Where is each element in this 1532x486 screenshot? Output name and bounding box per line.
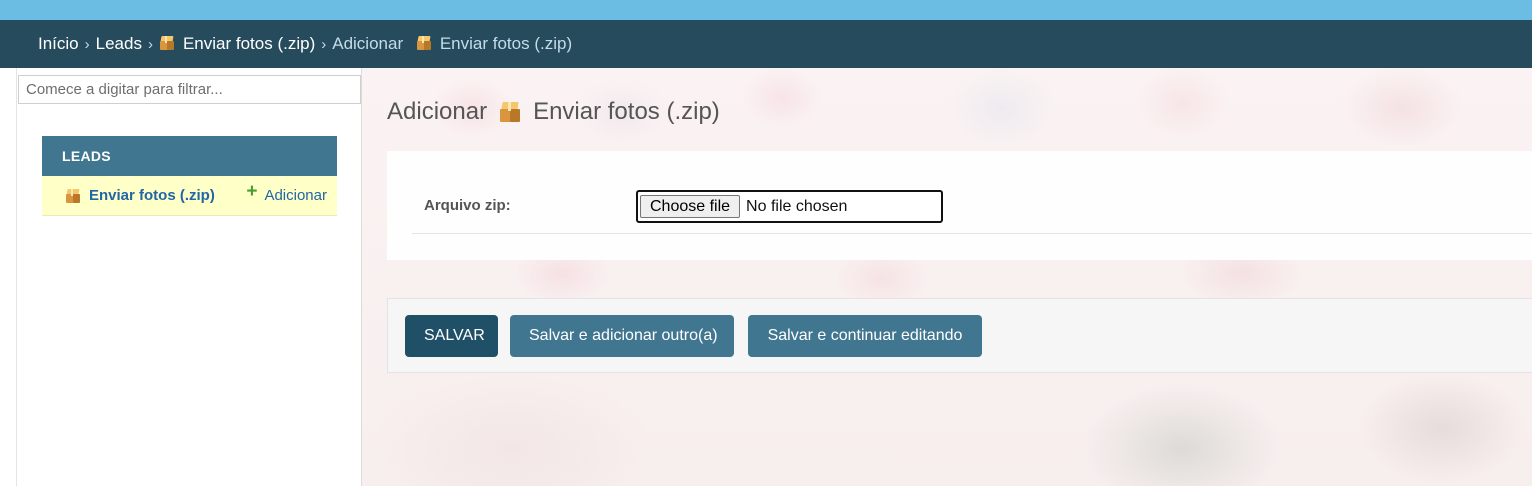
arquivo-zip-label: Arquivo zip:: [424, 197, 511, 214]
module-caption-label: LEADS: [62, 148, 111, 164]
breadcrumb-separator: ›: [321, 35, 327, 53]
main-content: Adicionar Enviar fotos (.zip) Arquivo zi…: [362, 68, 1532, 486]
save-button[interactable]: SALVAR: [405, 315, 498, 357]
module-caption[interactable]: LEADS: [42, 136, 337, 176]
sidebar-nav: LEADS Enviar fotos (.zip) + Adicionar: [16, 68, 362, 486]
breadcrumb-leads[interactable]: Leads: [96, 34, 142, 54]
breadcrumb-separator: ›: [147, 35, 153, 53]
model-row-enviar-fotos: Enviar fotos (.zip) + Adicionar: [42, 176, 337, 216]
page-title-model: Enviar fotos (.zip): [533, 98, 720, 125]
choose-file-button[interactable]: Choose file: [640, 195, 741, 218]
file-status-text: No file chosen: [746, 197, 848, 215]
form-fieldset: Arquivo zip: Choose file No file chosen: [387, 151, 1532, 260]
save-and-continue-button[interactable]: Salvar e continuar editando: [748, 315, 982, 357]
add-link-label: Adicionar: [264, 187, 327, 204]
submit-row: SALVAR Salvar e adicionar outro(a) Salva…: [387, 298, 1532, 373]
breadcrumb-model[interactable]: Enviar fotos (.zip): [159, 34, 315, 54]
app-module-leads: LEADS Enviar fotos (.zip) + Adicionar: [42, 136, 337, 216]
form-row-arquivo-zip: Arquivo zip: Choose file No file chosen: [412, 175, 1532, 234]
breadcrumb-home[interactable]: Início: [38, 34, 79, 54]
package-icon: [416, 35, 432, 51]
breadcrumb-current-prefix: Adicionar: [332, 34, 404, 53]
page-title-prefix: Adicionar: [387, 98, 488, 125]
breadcrumb-separator: ›: [84, 35, 90, 53]
add-model-link[interactable]: + Adicionar: [246, 182, 327, 205]
package-icon: [159, 35, 175, 51]
breadcrumb-current: Adicionar Enviar fotos (.zip): [332, 34, 572, 54]
model-link-label: Enviar fotos (.zip): [89, 187, 215, 204]
save-and-add-another-button[interactable]: Salvar e adicionar outro(a): [510, 315, 734, 357]
plus-icon: +: [246, 181, 258, 202]
breadcrumb: Início › Leads › Enviar fotos (.zip) › A…: [0, 20, 1532, 68]
page-title: Adicionar Enviar fotos (.zip): [387, 98, 720, 126]
arquivo-zip-file-input[interactable]: Choose file No file chosen: [636, 190, 943, 223]
package-icon: [499, 101, 521, 123]
breadcrumb-current-model: Enviar fotos (.zip): [439, 34, 573, 53]
sidebar-filter-input[interactable]: [18, 75, 361, 104]
model-link-enviar-fotos[interactable]: Enviar fotos (.zip): [65, 187, 215, 204]
top-strip: [0, 0, 1532, 20]
package-icon: [65, 188, 81, 204]
breadcrumb-model-label: Enviar fotos (.zip): [182, 34, 316, 53]
